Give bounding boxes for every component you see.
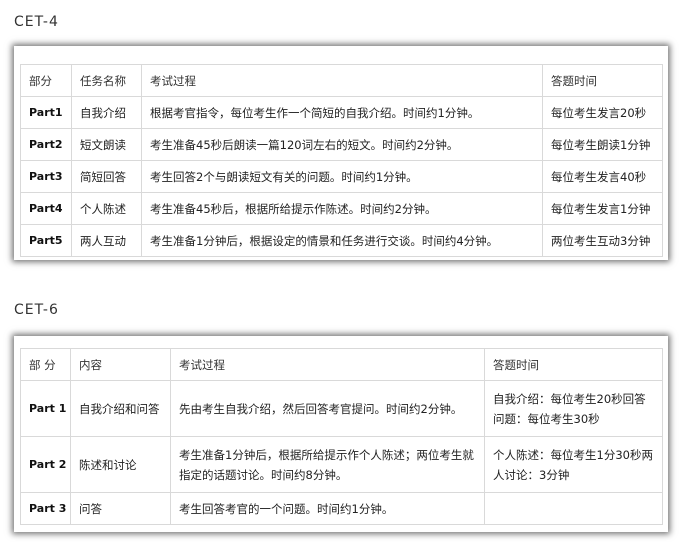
cet4-table-card: 部分 任务名称 考试过程 答题时间 Part1 自我介绍 根据考官指令，每位考生… bbox=[14, 46, 668, 260]
time-cell: 每位考生发言40秒 bbox=[542, 160, 663, 193]
time-cell: 两位考生互动3分钟 bbox=[542, 224, 663, 257]
time-cell: 每位考生发言20秒 bbox=[542, 96, 663, 129]
cet6-title: CET-6 bbox=[14, 302, 59, 318]
process-cell: 根据考官指令，每位考生作一个简短的自我介绍。时间约1分钟。 bbox=[141, 96, 543, 129]
cet6-header-row: 部 分 内容 考试过程 答题时间 bbox=[20, 348, 663, 381]
table-row: Part1 自我介绍 根据考官指令，每位考生作一个简短的自我介绍。时间约1分钟。… bbox=[20, 96, 663, 129]
process-cell: 考生回答2个与朗读短文有关的问题。时间约1分钟。 bbox=[141, 160, 543, 193]
task-cell: 个人陈述 bbox=[71, 192, 142, 225]
table-row: Part4 个人陈述 考生准备45秒后，根据所给提示作陈述。时间约2分钟。 每位… bbox=[20, 192, 663, 225]
part-cell: Part 1 bbox=[20, 380, 71, 437]
part-cell: Part5 bbox=[20, 224, 72, 257]
content-cell: 自我介绍和问答 bbox=[70, 380, 171, 437]
process-cell: 先由考生自我介绍，然后回答考官提问。时间约2分钟。 bbox=[170, 380, 485, 437]
part-cell: Part 2 bbox=[20, 436, 71, 493]
header-cell: 考试过程 bbox=[170, 348, 485, 381]
part-cell: Part2 bbox=[20, 128, 72, 161]
content-cell: 问答 bbox=[70, 492, 171, 525]
task-cell: 简短回答 bbox=[71, 160, 142, 193]
time-cell: 每位考生朗读1分钟 bbox=[542, 128, 663, 161]
table-row: Part 1 自我介绍和问答 先由考生自我介绍，然后回答考官提问。时间约2分钟。… bbox=[20, 380, 663, 437]
time-cell: 自我介绍：每位考生20秒回答问题：每位考生30秒 bbox=[484, 380, 663, 437]
table-row: Part3 简短回答 考生回答2个与朗读短文有关的问题。时间约1分钟。 每位考生… bbox=[20, 160, 663, 193]
table-row: Part2 短文朗读 考生准备45秒后朗读一篇120词左右的短文。时间约2分钟。… bbox=[20, 128, 663, 161]
header-cell: 部分 bbox=[20, 64, 72, 97]
header-cell: 答题时间 bbox=[542, 64, 663, 97]
cet4-title: CET-4 bbox=[14, 14, 59, 30]
header-cell: 部 分 bbox=[20, 348, 71, 381]
part-cell: Part1 bbox=[20, 96, 72, 129]
table-row: Part5 两人互动 考生准备1分钟后，根据设定的情景和任务进行交谈。时间约4分… bbox=[20, 224, 663, 257]
task-cell: 短文朗读 bbox=[71, 128, 142, 161]
part-cell: Part3 bbox=[20, 160, 72, 193]
cet6-table: 部 分 内容 考试过程 答题时间 Part 1 自我介绍和问答 先由考生自我介绍… bbox=[20, 348, 663, 525]
cet4-table: 部分 任务名称 考试过程 答题时间 Part1 自我介绍 根据考官指令，每位考生… bbox=[20, 64, 663, 257]
process-cell: 考生准备1分钟后，根据所给提示作个人陈述；两位考生就指定的话题讨论。时间约8分钟… bbox=[170, 436, 485, 493]
task-cell: 两人互动 bbox=[71, 224, 142, 257]
cet6-table-card: 部 分 内容 考试过程 答题时间 Part 1 自我介绍和问答 先由考生自我介绍… bbox=[14, 336, 668, 532]
header-cell: 任务名称 bbox=[71, 64, 142, 97]
content-cell: 陈述和讨论 bbox=[70, 436, 171, 493]
table-row: Part 3 问答 考生回答考官的一个问题。时间约1分钟。 bbox=[20, 492, 663, 525]
task-cell: 自我介绍 bbox=[71, 96, 142, 129]
header-cell: 考试过程 bbox=[141, 64, 543, 97]
time-cell: 每位考生发言1分钟 bbox=[542, 192, 663, 225]
process-cell: 考生回答考官的一个问题。时间约1分钟。 bbox=[170, 492, 485, 525]
process-cell: 考生准备45秒后，根据所给提示作陈述。时间约2分钟。 bbox=[141, 192, 543, 225]
process-cell: 考生准备45秒后朗读一篇120词左右的短文。时间约2分钟。 bbox=[141, 128, 543, 161]
header-cell: 答题时间 bbox=[484, 348, 663, 381]
part-cell: Part 3 bbox=[20, 492, 71, 525]
time-cell bbox=[484, 492, 663, 525]
cet4-header-row: 部分 任务名称 考试过程 答题时间 bbox=[20, 64, 663, 97]
table-row: Part 2 陈述和讨论 考生准备1分钟后，根据所给提示作个人陈述；两位考生就指… bbox=[20, 436, 663, 493]
process-cell: 考生准备1分钟后，根据设定的情景和任务进行交谈。时间约4分钟。 bbox=[141, 224, 543, 257]
part-cell: Part4 bbox=[20, 192, 72, 225]
header-cell: 内容 bbox=[70, 348, 171, 381]
time-cell: 个人陈述：每位考生1分30秒两人讨论：3分钟 bbox=[484, 436, 663, 493]
